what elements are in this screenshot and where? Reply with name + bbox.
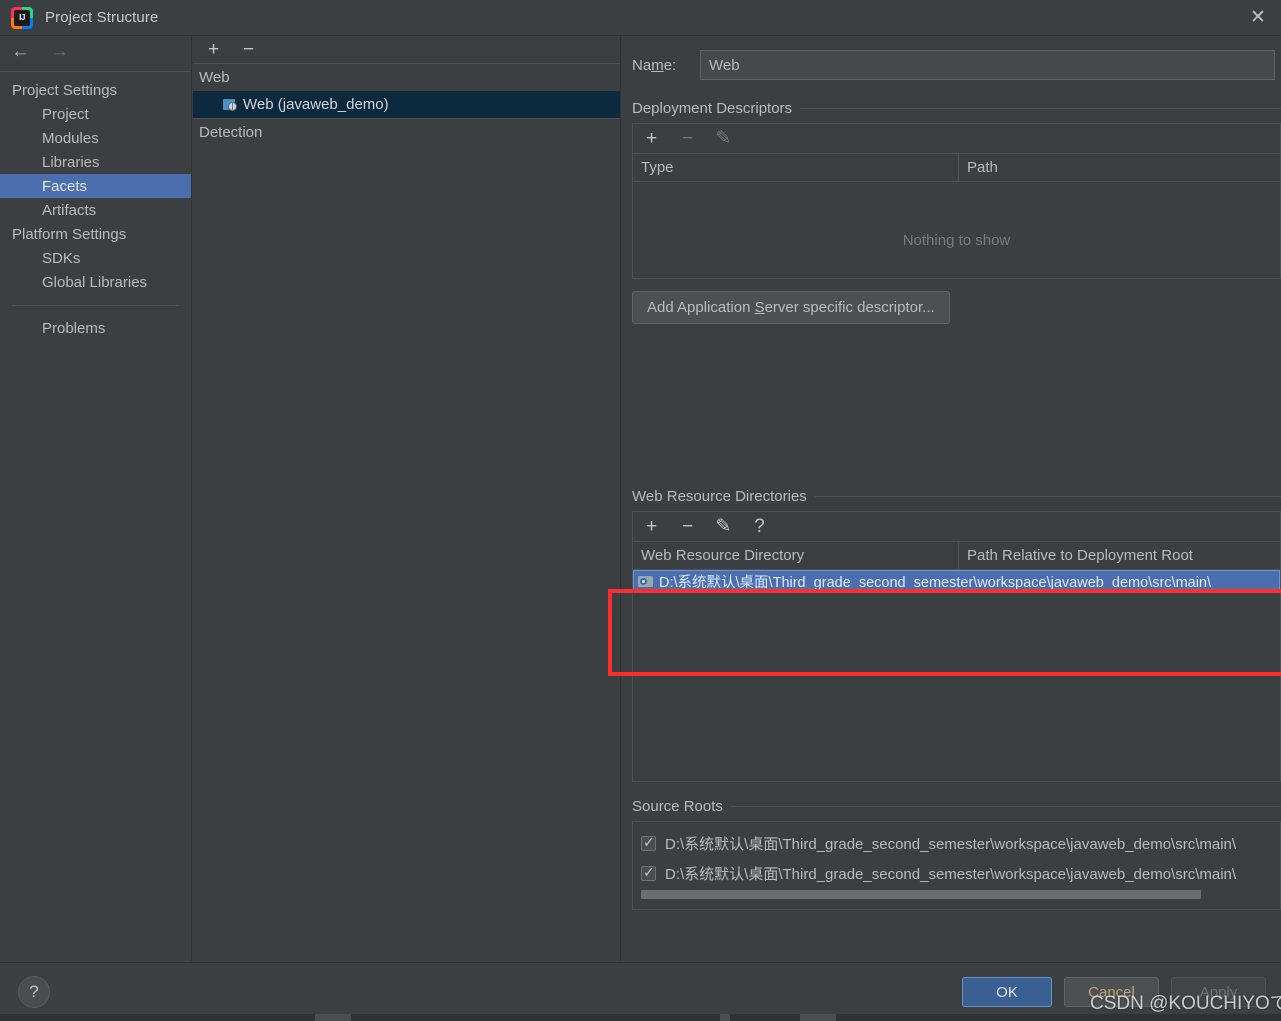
tree-group-web[interactable]: Web	[193, 64, 620, 91]
help-web-resource-icon[interactable]: ?	[751, 517, 768, 536]
facet-detail-panel: Name: Deployment Descriptors + − ✎ Type …	[622, 36, 1281, 961]
list-item[interactable]: D:\系统默认\桌面\Third_grade_second_semester\w…	[633, 858, 1280, 888]
add-web-resource-icon[interactable]: +	[643, 517, 660, 536]
add-application-server-descriptor-button[interactable]: Add Application Server specific descript…	[632, 291, 950, 324]
column-header-type[interactable]: Type	[633, 154, 958, 181]
web-resource-directories-panel: + − ✎ ? Web Resource Directory Path Rela…	[632, 511, 1281, 782]
sidebar-divider	[12, 305, 179, 306]
intellij-idea-logo-icon: IJ	[11, 6, 33, 29]
source-root-checkbox[interactable]	[641, 834, 656, 851]
web-resources-toolbar: + − ✎ ?	[633, 512, 1280, 542]
header-rule	[800, 108, 1281, 109]
remove-descriptor-icon[interactable]: −	[679, 129, 696, 148]
header-rule	[814, 496, 1281, 497]
facet-name-row: Name:	[632, 50, 1281, 80]
source-root-checkbox[interactable]	[641, 864, 656, 881]
deployment-toolbar: + − ✎	[633, 124, 1280, 154]
add-facet-icon[interactable]: +	[205, 40, 222, 59]
help-button[interactable]: ?	[18, 976, 50, 1008]
tree-item-label: Web (javaweb_demo)	[243, 96, 389, 113]
sidebar-item-sdks[interactable]: SDKs	[0, 246, 191, 270]
remove-web-resource-icon[interactable]: −	[679, 517, 696, 536]
taskbar-item	[720, 1014, 730, 1021]
project-structure-dialog: IJ Project Structure ✕ ← → Project Setti…	[0, 0, 1281, 1021]
deployment-descriptors-title: Deployment Descriptors	[632, 100, 793, 117]
facet-tree-panel: + − Web Web (javaweb_demo) Detection	[193, 36, 621, 961]
sidebar-item-modules[interactable]: Modules	[0, 126, 191, 150]
facet-name-label: Name:	[632, 56, 677, 74]
horizontal-scrollbar[interactable]	[641, 890, 1280, 899]
sidebar-list: Project Settings Project Modules Librari…	[0, 78, 191, 340]
web-facet-icon	[223, 98, 238, 112]
tree-item-web-facet[interactable]: Web (javaweb_demo)	[193, 91, 620, 118]
edit-descriptor-icon[interactable]: ✎	[715, 129, 732, 148]
taskbar-item	[315, 1014, 351, 1021]
add-descriptor-icon[interactable]: +	[643, 129, 660, 148]
column-header-path-relative[interactable]: Path Relative to Deployment Root	[958, 542, 1280, 569]
settings-sidebar: ← → Project Settings Project Modules Lib…	[0, 36, 192, 961]
ok-button[interactable]: OK	[962, 977, 1052, 1007]
add-descriptor-button-wrap: Add Application Server specific descript…	[632, 291, 1281, 324]
taskbar-strip	[0, 1014, 1281, 1021]
sidebar-item-artifacts[interactable]: Artifacts	[0, 198, 191, 222]
deployment-table-body: Nothing to show	[633, 182, 1280, 278]
deployment-descriptors-header: Deployment Descriptors	[632, 100, 1281, 117]
web-resource-directories-header: Web Resource Directories	[632, 488, 1281, 505]
sidebar-group-platform-settings: Platform Settings	[12, 225, 127, 243]
deployment-empty-message: Nothing to show	[902, 232, 1011, 249]
source-root-path: D:\系统默认\桌面\Third_grade_second_semester\w…	[665, 835, 1237, 853]
sidebar-group-project-settings: Project Settings	[12, 81, 118, 99]
header-rule	[730, 806, 1281, 807]
sidebar-item-facets[interactable]: Facets	[0, 174, 191, 198]
watermark-text: CSDN @KOUCHIYOです	[1090, 993, 1281, 1014]
list-item[interactable]: D:\系统默认\桌面\Third_grade_second_semester\w…	[633, 828, 1280, 858]
web-resources-table-header: Web Resource Directory Path Relative to …	[633, 542, 1280, 570]
close-icon[interactable]: ✕	[1235, 0, 1281, 35]
back-arrow-icon[interactable]: ←	[11, 42, 30, 61]
window-title: Project Structure	[45, 9, 159, 26]
remove-facet-icon[interactable]: −	[240, 40, 257, 59]
sidebar-item-libraries[interactable]: Libraries	[0, 150, 191, 174]
edit-web-resource-icon[interactable]: ✎	[715, 517, 732, 536]
sidebar-item-problems[interactable]: Problems	[0, 316, 191, 340]
deployment-table-header: Type Path	[633, 154, 1280, 182]
table-row[interactable]: D:\系统默认\桌面\Third_grade_second_semester\w…	[633, 570, 1280, 593]
source-roots-panel: D:\系统默认\桌面\Third_grade_second_semester\w…	[632, 821, 1281, 910]
source-root-path: D:\系统默认\桌面\Third_grade_second_semester\w…	[665, 865, 1237, 883]
web-resource-directories-title: Web Resource Directories	[632, 488, 807, 505]
sidebar-divider-top	[0, 71, 191, 72]
taskbar-item	[800, 1014, 836, 1021]
column-header-path[interactable]: Path	[958, 154, 1280, 181]
web-resources-table-body: D:\系统默认\桌面\Third_grade_second_semester\w…	[633, 570, 1280, 781]
facet-name-input[interactable]	[700, 50, 1275, 80]
deployment-descriptors-panel: + − ✎ Type Path Nothing to show	[632, 123, 1281, 279]
facet-tree-toolbar: + −	[193, 36, 620, 64]
sidebar-item-project[interactable]: Project	[0, 102, 191, 126]
source-roots-title: Source Roots	[632, 798, 723, 815]
column-header-web-resource-directory[interactable]: Web Resource Directory	[633, 542, 958, 569]
sidebar-item-global-libraries[interactable]: Global Libraries	[0, 270, 191, 294]
source-roots-header: Source Roots	[632, 798, 1281, 815]
web-resource-directory-path: D:\系统默认\桌面\Third_grade_second_semester\w…	[659, 575, 1212, 591]
title-bar: IJ Project Structure ✕	[0, 0, 1281, 36]
scrollbar-thumb[interactable]	[641, 890, 1201, 899]
tree-group-detection[interactable]: Detection	[193, 119, 620, 146]
directory-icon	[638, 575, 654, 588]
forward-arrow-icon[interactable]: →	[50, 42, 69, 61]
navigation-arrows: ← →	[0, 36, 191, 66]
